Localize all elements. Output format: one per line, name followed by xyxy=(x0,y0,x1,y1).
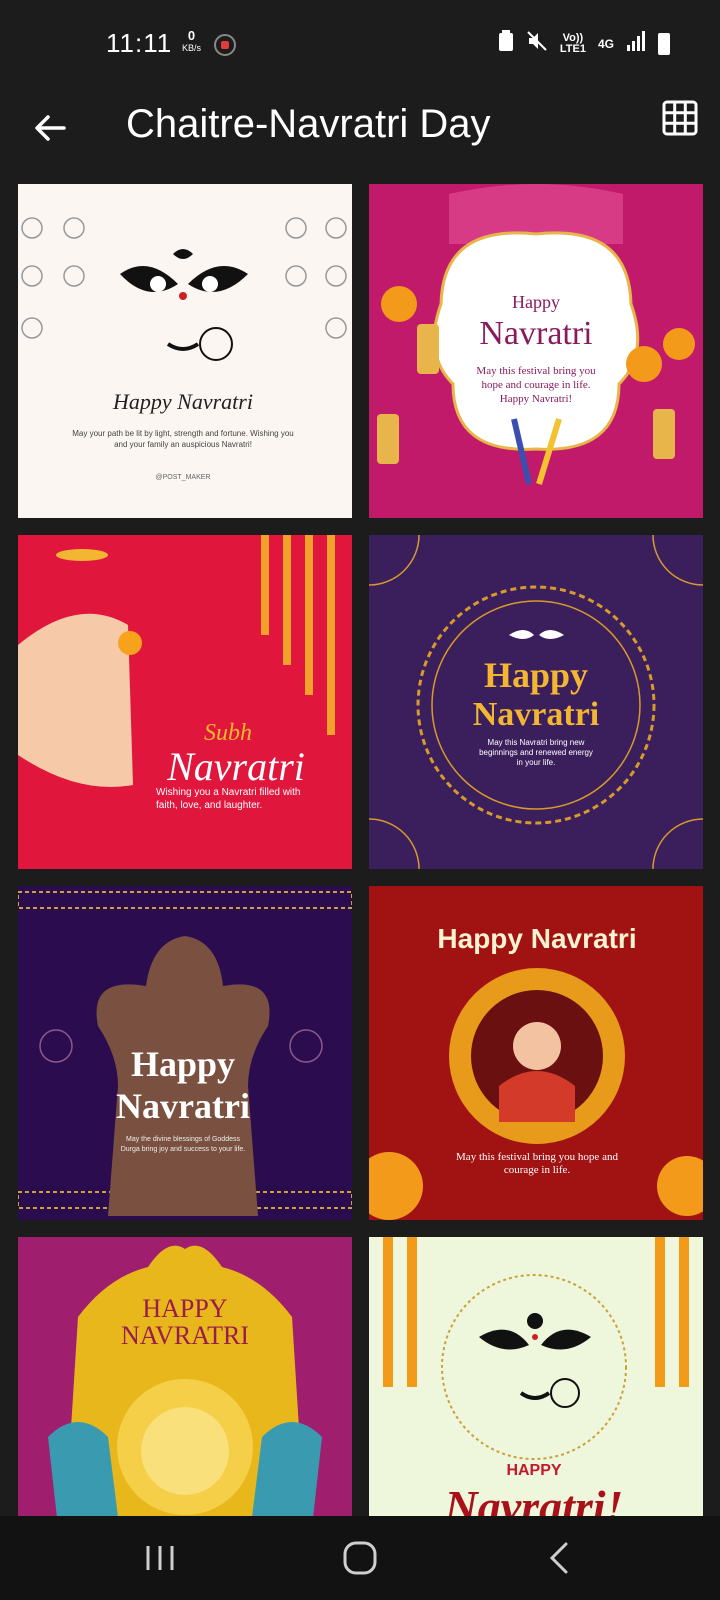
card1-msg1: May your path be lit by light, strength … xyxy=(72,429,293,438)
app-bar: Chaitre-Navratri Day xyxy=(0,88,720,184)
volte-icon: Vo)) LTE1 xyxy=(559,31,586,55)
card4-msg2: beginnings and renewed energy xyxy=(479,748,593,757)
template-grid: Happy Navratri May your path be lit by l… xyxy=(0,184,720,1516)
card4-happy: Happy xyxy=(484,655,588,695)
card5-happy: Happy xyxy=(131,1044,235,1084)
card2-navratri: Navratri xyxy=(479,315,592,352)
card4-navratri: Navratri xyxy=(473,696,600,733)
battery-icon xyxy=(658,32,670,55)
card6-msg1: May this festival bring you hope and xyxy=(456,1151,618,1163)
template-card-7[interactable]: HAPPY NAVRATRI xyxy=(18,1237,352,1516)
network-type-icon: 4G xyxy=(597,36,614,51)
card1-credit: @POST_MAKER xyxy=(156,474,211,481)
card2-msg2: hope and courage in life. xyxy=(481,379,590,391)
card2-msg1: May this festival bring you xyxy=(476,365,596,377)
card3-msg2: faith, love, and laughter. xyxy=(156,800,262,811)
system-nav-bar xyxy=(0,1516,720,1600)
mute-icon xyxy=(526,30,548,57)
card7-happy: HAPPY xyxy=(142,1294,227,1323)
template-card-2[interactable]: Happy Navratri May this festival bring y… xyxy=(369,184,703,518)
template-card-3[interactable]: Subh Navratri Wishing you a Navratri fil… xyxy=(18,535,352,869)
card5-msg2: Durga bring joy and success to your life… xyxy=(121,1146,246,1153)
card7-navratri: NAVRATRI xyxy=(121,1321,249,1350)
grid-view-icon[interactable] xyxy=(662,100,698,136)
card6-title: Happy Navratri xyxy=(437,923,636,954)
status-icons: Vo)) LTE1 4G xyxy=(498,30,670,57)
home-button[interactable] xyxy=(340,1538,380,1578)
card3-subh: Subh xyxy=(204,720,252,746)
template-card-5[interactable]: Happy Navratri May the divine blessings … xyxy=(18,886,352,1220)
network-speed: 0 KB/s xyxy=(182,28,202,53)
card3-msg1: Wishing you a Navratri filled with xyxy=(156,787,301,798)
sim-icon xyxy=(498,30,514,57)
template-card-4[interactable]: Happy Navratri May this Navratri bring n… xyxy=(369,535,703,869)
card2-msg3: Happy Navratri! xyxy=(500,393,572,405)
recent-apps-button[interactable] xyxy=(140,1538,180,1578)
card6-msg2: courage in life. xyxy=(504,1164,571,1176)
card5-navratri: Navratri xyxy=(116,1086,250,1126)
card2-happy: Happy xyxy=(512,292,560,312)
card8-navratri: Navratri! xyxy=(444,1481,624,1516)
template-card-6[interactable]: Happy Navratri May this festival bring y… xyxy=(369,886,703,1220)
card8-happy: HAPPY xyxy=(506,1462,561,1479)
back-button[interactable] xyxy=(540,1538,580,1578)
status-bar: 11:11 0 KB/s Vo)) LTE1 4G xyxy=(0,0,720,88)
recording-icon xyxy=(214,34,236,56)
card1-title: Happy Navratri xyxy=(112,389,253,414)
page-title: Chaitre-Navratri Day xyxy=(126,102,491,146)
card1-msg2: and your family an auspicious Navratri! xyxy=(114,440,252,449)
status-time: 11:11 xyxy=(106,28,173,58)
back-arrow-icon[interactable] xyxy=(30,108,70,148)
template-card-1[interactable]: Happy Navratri May your path be lit by l… xyxy=(18,184,352,518)
template-card-8[interactable]: HAPPY Navratri! xyxy=(369,1237,703,1516)
card5-msg1: May the divine blessings of Goddess xyxy=(126,1136,241,1143)
card4-msg3: in your life. xyxy=(517,758,556,767)
card3-navratri: Navratri xyxy=(166,744,305,789)
signal-icon xyxy=(626,31,646,56)
card4-msg1: May this Navratri bring new xyxy=(488,738,585,747)
